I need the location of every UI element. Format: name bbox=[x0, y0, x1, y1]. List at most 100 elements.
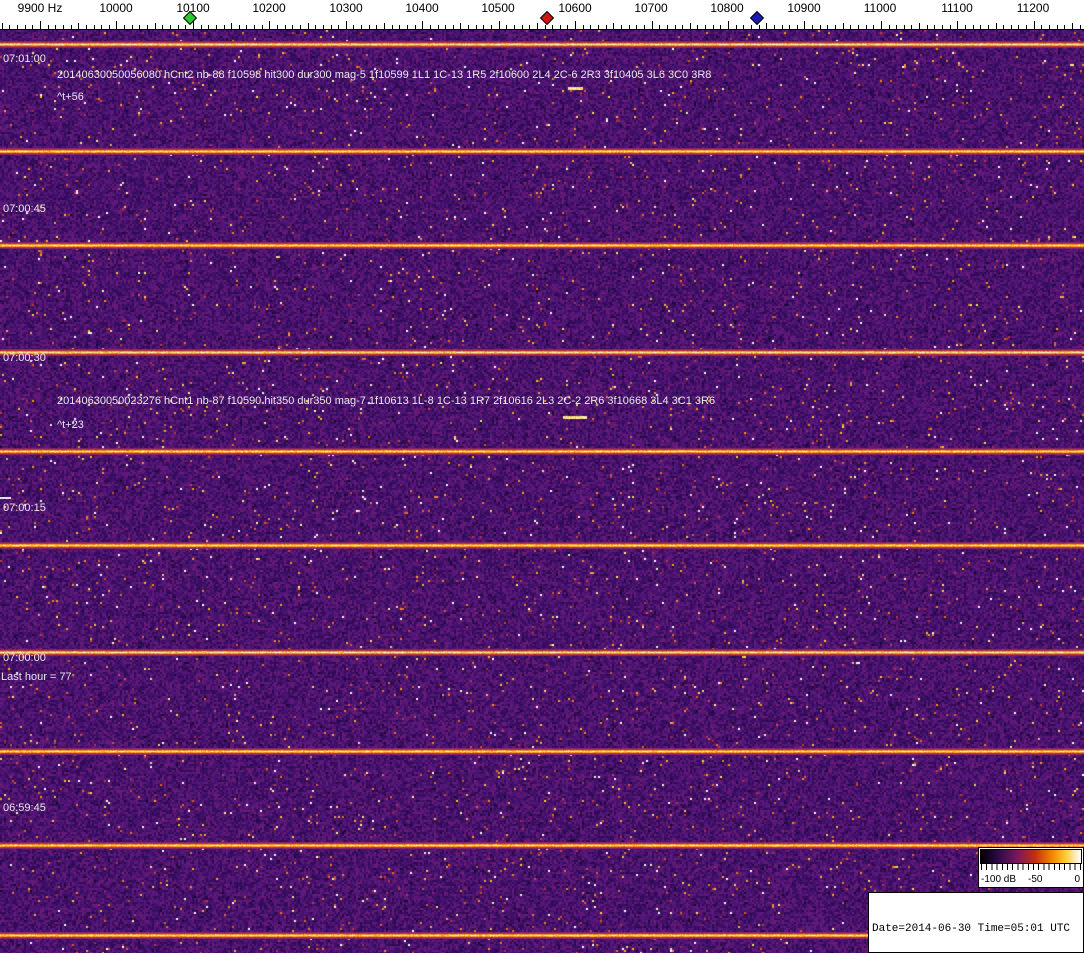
spectrogram-waterfall-canvas bbox=[0, 0, 1084, 953]
ruler-tick bbox=[736, 25, 737, 29]
ruler-tick bbox=[491, 25, 492, 29]
db-color-scale: -100 dB -50 0 bbox=[978, 847, 1084, 888]
ruler-tick bbox=[942, 25, 943, 29]
ruler-tick bbox=[338, 25, 339, 29]
ruler-tick bbox=[881, 21, 882, 29]
ruler-tick bbox=[514, 25, 515, 29]
ruler-tick bbox=[277, 25, 278, 29]
ruler-tick bbox=[376, 25, 377, 29]
ruler-tick bbox=[682, 25, 683, 29]
ruler-tick bbox=[537, 23, 538, 29]
ruler-tick bbox=[552, 25, 553, 29]
ruler-tick bbox=[269, 21, 270, 29]
ruler-tick bbox=[759, 25, 760, 29]
ruler-tick bbox=[652, 21, 653, 29]
ruler-tick bbox=[697, 25, 698, 29]
ruler-tick bbox=[1034, 21, 1035, 29]
ruler-tick bbox=[804, 21, 805, 29]
detection-annotation: ^t+23 bbox=[57, 419, 84, 432]
ruler-tick bbox=[866, 25, 867, 29]
freq-label: 10300 bbox=[329, 1, 362, 15]
ruler-tick bbox=[415, 25, 416, 29]
info-date-line: Date=2014-06-30 Time=05:01 UTC bbox=[872, 922, 1080, 936]
detection-annotation: ^t+56 bbox=[57, 91, 84, 104]
ruler-tick bbox=[522, 25, 523, 29]
ruler-tick bbox=[667, 25, 668, 29]
ruler-tick bbox=[1011, 25, 1012, 29]
ruler-tick bbox=[361, 25, 362, 29]
ruler-tick bbox=[583, 25, 584, 29]
ruler-tick bbox=[950, 25, 951, 29]
ruler-tick bbox=[957, 21, 958, 29]
ruler-tick bbox=[422, 21, 423, 29]
ruler-tick bbox=[147, 25, 148, 29]
ruler-tick bbox=[231, 23, 232, 29]
ruler-tick bbox=[506, 25, 507, 29]
ruler-tick bbox=[32, 25, 33, 29]
freq-label: 10600 bbox=[558, 1, 591, 15]
marker-red-diamond-icon[interactable] bbox=[540, 11, 554, 25]
marker-blue-diamond-icon[interactable] bbox=[750, 11, 764, 25]
time-label: 07:00:30 bbox=[3, 352, 46, 365]
ruler-tick bbox=[285, 25, 286, 29]
ruler-tick bbox=[124, 25, 125, 29]
ruler-tick bbox=[254, 25, 255, 29]
freq-label: 10400 bbox=[405, 1, 438, 15]
ruler-tick bbox=[315, 25, 316, 29]
ruler-tick bbox=[980, 25, 981, 29]
time-label: 06:59:45 bbox=[3, 802, 46, 815]
ruler-tick bbox=[782, 25, 783, 29]
ruler-tick bbox=[71, 25, 72, 29]
ruler-tick bbox=[973, 25, 974, 29]
ruler-tick bbox=[246, 25, 247, 29]
ruler-tick bbox=[659, 25, 660, 29]
ruler-tick bbox=[713, 25, 714, 29]
ruler-tick bbox=[575, 21, 576, 29]
ruler-tick bbox=[797, 25, 798, 29]
time-tick-dash bbox=[0, 497, 11, 499]
ruler-tick bbox=[590, 25, 591, 29]
ruler-tick bbox=[369, 25, 370, 29]
ruler-tick bbox=[1072, 23, 1073, 29]
ruler-tick bbox=[292, 25, 293, 29]
ruler-tick bbox=[927, 25, 928, 29]
meteor-echo-spectrogram-app: 9900 Hz 10000 10100 10200 10300 10400 10500 106… bbox=[0, 0, 1084, 953]
ruler-tick bbox=[751, 25, 752, 29]
freq-label: 11100 bbox=[941, 1, 973, 15]
ruler-tick bbox=[331, 25, 332, 29]
ruler-tick bbox=[1041, 25, 1042, 29]
ruler-tick bbox=[1080, 25, 1081, 29]
freq-label: 10200 bbox=[252, 1, 285, 15]
ruler-tick bbox=[224, 25, 225, 29]
ruler-tick bbox=[208, 25, 209, 29]
ruler-tick bbox=[889, 25, 890, 29]
ruler-tick bbox=[94, 25, 95, 29]
ruler-tick bbox=[353, 25, 354, 29]
ruler-tick bbox=[499, 21, 500, 29]
ruler-tick bbox=[827, 25, 828, 29]
ruler-tick bbox=[720, 25, 721, 29]
freq-label: 9900 Hz bbox=[18, 1, 63, 15]
ruler-tick bbox=[407, 25, 408, 29]
ruler-tick bbox=[392, 25, 393, 29]
ruler-tick bbox=[1026, 25, 1027, 29]
detection-annotation: 20140630050023276 hCnt1 nb-87 f10590 hit… bbox=[57, 395, 715, 408]
freq-label: 10900 bbox=[787, 1, 820, 15]
freq-label: 10500 bbox=[481, 1, 514, 15]
ruler-tick bbox=[445, 25, 446, 29]
ruler-tick bbox=[934, 25, 935, 29]
ruler-tick bbox=[904, 25, 905, 29]
ruler-tick bbox=[705, 25, 706, 29]
ruler-tick bbox=[262, 25, 263, 29]
time-label: 07:01:00 bbox=[3, 53, 46, 66]
ruler-tick bbox=[766, 23, 767, 29]
ruler-tick bbox=[873, 25, 874, 29]
ruler-tick bbox=[545, 25, 546, 29]
ruler-tick bbox=[1049, 25, 1050, 29]
ruler-tick bbox=[101, 25, 102, 29]
ruler-tick bbox=[40, 21, 41, 29]
color-gradient-bar bbox=[980, 849, 1082, 864]
ruler-tick bbox=[323, 25, 324, 29]
ruler-tick bbox=[567, 25, 568, 29]
ruler-tick bbox=[86, 25, 87, 29]
